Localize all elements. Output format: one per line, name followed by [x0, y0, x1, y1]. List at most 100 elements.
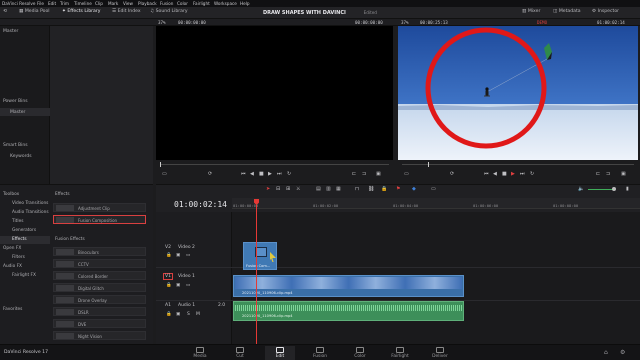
fx-adjustment-clip[interactable]: Adjustment Clip: [53, 203, 146, 212]
fx-colored-border[interactable]: Colored Border: [53, 271, 146, 280]
volume-slider[interactable]: [588, 189, 614, 190]
menu-help[interactable]: Help: [240, 1, 250, 6]
timeline-menu-icon[interactable]: ▭: [404, 171, 409, 177]
menu-trim[interactable]: Trim: [60, 1, 69, 6]
blade-tool-icon[interactable]: ⚔: [296, 186, 300, 192]
page-tab-color[interactable]: Color: [345, 346, 375, 360]
menu-file[interactable]: File: [37, 1, 44, 6]
source-first-frame-icon[interactable]: ⏮: [241, 171, 246, 177]
overwrite-clip-icon[interactable]: ▥: [326, 186, 331, 192]
track-v1-visibility-icon[interactable]: ▭: [186, 283, 190, 288]
volume-knob[interactable]: [612, 187, 616, 191]
fx-generators[interactable]: Generators: [12, 228, 36, 233]
home-icon[interactable]: ⌂: [604, 349, 608, 356]
page-tab-fusion[interactable]: Fusion: [305, 346, 335, 360]
fx-video-transitions[interactable]: Video Transitions: [12, 201, 48, 206]
track-v1-lock-icon[interactable]: 🔒: [166, 283, 172, 288]
timeline-in-icon[interactable]: ⊏: [596, 171, 600, 177]
menu-mark[interactable]: Mark: [108, 1, 118, 6]
fx-fairlightfx[interactable]: Fairlight FX: [12, 273, 36, 278]
effects-library-button[interactable]: ✦ Effects Library: [62, 9, 100, 14]
flag-icon[interactable]: ⚑: [396, 186, 400, 192]
linked-selection-icon[interactable]: ⛓: [368, 186, 374, 192]
fx-filters[interactable]: Filters: [12, 255, 25, 260]
inspector-button[interactable]: ⚙ Inspector: [592, 9, 619, 14]
timeline-scrubber-head[interactable]: [428, 162, 429, 167]
dynamic-trim-icon[interactable]: ⊞: [286, 186, 290, 192]
fx-audio-transitions[interactable]: Audio Transitions: [12, 210, 49, 215]
source-menu-icon[interactable]: ▭: [162, 171, 167, 177]
playhead-line[interactable]: [256, 205, 257, 344]
volume-icon[interactable]: 🔈: [578, 186, 584, 192]
track-v1-autoselect-icon[interactable]: ▣: [176, 283, 180, 288]
audio-meter-icon[interactable]: ▮: [626, 186, 629, 192]
fx-effects[interactable]: Effects: [12, 237, 27, 242]
timeline-stop-icon[interactable]: ■: [502, 171, 507, 177]
page-tab-fairlight[interactable]: Fairlight: [385, 346, 415, 360]
source-scrubber-head[interactable]: [160, 162, 161, 167]
menu-clip[interactable]: Clip: [95, 1, 103, 6]
source-last-frame-icon[interactable]: ⏭: [277, 171, 282, 177]
fx-drone-overlay[interactable]: Drone Overlay: [53, 295, 146, 304]
smart-bin-keywords[interactable]: Keywords: [10, 154, 32, 159]
source-in-icon[interactable]: ⊏: [352, 171, 356, 177]
fx-fusion-composition[interactable]: Fusion Composition: [53, 215, 146, 224]
settings-icon[interactable]: ⚙: [620, 349, 625, 356]
menu-view[interactable]: View: [123, 1, 133, 6]
menu-fusion[interactable]: Fusion: [160, 1, 173, 6]
track-v2-visibility-icon[interactable]: ▭: [186, 253, 190, 258]
menu-playback[interactable]: Playback: [138, 1, 157, 6]
track-a1-autoselect-icon[interactable]: ▣: [176, 312, 180, 317]
track-a1-solo-icon[interactable]: S: [187, 312, 190, 317]
insert-clip-icon[interactable]: ▤: [316, 186, 321, 192]
track-v2-name[interactable]: Video 2: [178, 245, 253, 250]
menu-workspace[interactable]: Workspace: [214, 1, 237, 6]
page-tab-edit[interactable]: Edit: [265, 346, 295, 360]
power-bin-master[interactable]: Master: [10, 110, 25, 115]
page-tab-cut[interactable]: Cut: [225, 346, 255, 360]
media-pool-button[interactable]: ▦ Media Pool: [19, 9, 50, 14]
menu-edit[interactable]: Edit: [48, 1, 56, 6]
snapping-icon[interactable]: ⊓: [355, 186, 359, 192]
track-v2-autoselect-icon[interactable]: ▣: [176, 253, 180, 258]
timeline-scrubber[interactable]: [402, 164, 634, 165]
audio-clip[interactable]: 20211020_110906-clip.mp4: [233, 301, 464, 321]
track-a1-mute-icon[interactable]: M: [196, 312, 200, 317]
fx-night-vision[interactable]: Night Vision: [53, 331, 146, 340]
timeline-ruler[interactable]: [232, 198, 640, 209]
source-loop-toggle-icon[interactable]: ↻: [287, 171, 291, 177]
video-clip[interactable]: 20211020_110906-clip.mp4: [233, 275, 464, 297]
menu-fairlight[interactable]: Fairlight: [193, 1, 210, 6]
fx-dve[interactable]: DVE: [53, 319, 146, 328]
bin-master[interactable]: Master: [3, 29, 18, 34]
source-play-icon[interactable]: ▶: [268, 171, 272, 177]
menu-timeline[interactable]: Timeline: [74, 1, 92, 6]
undo-icon[interactable]: ⟲: [3, 9, 7, 14]
timeline-loop-toggle-icon[interactable]: ↻: [530, 171, 534, 177]
source-zoom[interactable]: 37%: [158, 20, 166, 25]
source-out-icon[interactable]: ⊐: [362, 171, 366, 177]
edit-index-button[interactable]: ☰ Edit Index: [112, 9, 141, 14]
fx-favorites[interactable]: Favorites: [3, 307, 22, 312]
timeline-first-frame-icon[interactable]: ⏮: [484, 171, 489, 177]
zoom-full-icon[interactable]: ▭: [431, 186, 436, 192]
mixer-button[interactable]: ▥ Mixer: [522, 9, 540, 14]
marker-icon[interactable]: ◆: [412, 186, 416, 192]
source-viewer[interactable]: [156, 26, 393, 160]
timeline-overlay-icon[interactable]: ▣: [621, 171, 626, 177]
timeline-loop-icon[interactable]: ⟳: [450, 171, 454, 177]
source-reverse-icon[interactable]: ◀: [250, 171, 254, 177]
replace-clip-icon[interactable]: ▦: [336, 186, 341, 192]
track-a1-lock-icon[interactable]: 🔒: [166, 312, 172, 317]
timeline-name[interactable]: DEMO: [537, 20, 547, 25]
page-tab-deliver[interactable]: Deliver: [425, 346, 455, 360]
timeline-zoom[interactable]: 37%: [401, 20, 409, 25]
fx-cctv[interactable]: CCTV: [53, 259, 146, 268]
fx-dslr[interactable]: DSLR: [53, 307, 146, 316]
page-tab-media[interactable]: Media: [185, 346, 215, 360]
fx-openfx[interactable]: Open FX: [3, 246, 21, 251]
source-loop-icon[interactable]: ⟳: [208, 171, 212, 177]
source-scrubber[interactable]: [160, 164, 389, 165]
timeline-play-icon[interactable]: ▶: [511, 171, 515, 177]
selection-tool-icon[interactable]: ➤: [266, 186, 270, 192]
